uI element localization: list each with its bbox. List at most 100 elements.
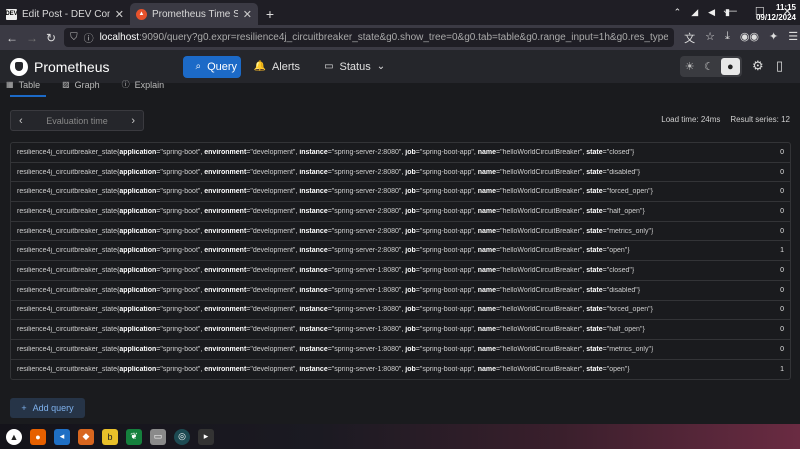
add-query-label: Add query [32, 403, 74, 413]
tab-title: Edit Post - DEV Community [22, 8, 110, 20]
load-time: Load time: 24ms [661, 115, 721, 124]
tab-explain[interactable]: ⓘ Explain [122, 79, 165, 90]
clock-time: 11:15 [775, 3, 796, 12]
tab-graph[interactable]: ▨ Graph [62, 79, 100, 90]
forward-icon[interactable]: → [26, 30, 38, 46]
bell-icon: 🔔 [253, 61, 266, 72]
user-theme-icon[interactable]: ● [720, 58, 740, 75]
browser-nav-bar: ← → ↻ ⛉ ⓘ localhost:9090/query?g0.expr=r… [0, 25, 800, 50]
series-label: resilience4j_circuitbreaker_state{applic… [17, 345, 654, 353]
query-panel: ▦ Table ▨ Graph ⓘ Explain ‹ Evaluation time… [0, 80, 800, 424]
page-info-icon[interactable]: ⓘ [84, 30, 94, 45]
system-clock[interactable]: 11:15 09/12/2024 [756, 3, 796, 23]
series-label: resilience4j_circuitbreaker_state{applic… [17, 247, 630, 255]
bruno-dog-icon[interactable]: b [102, 428, 118, 445]
series-value: 0 [780, 306, 784, 314]
result-series: Result series: 12 [730, 115, 790, 124]
series-label: resilience4j_circuitbreaker_state{applic… [17, 326, 645, 334]
dev-favicon-icon: DEV [5, 8, 18, 20]
chevron-down-icon: ⌄ [376, 61, 386, 72]
url-host: localhost [99, 32, 140, 43]
series-label: resilience4j_circuitbreaker_state{applic… [17, 227, 654, 235]
tab-title: Prometheus Time Series Co [152, 8, 238, 20]
series-value: 0 [780, 266, 784, 274]
table-row: resilience4j_circuitbreaker_state{applic… [11, 182, 790, 203]
graph-icon: ▨ [62, 80, 70, 89]
translate-icon[interactable]: 文 [684, 30, 695, 46]
table-row: resilience4j_circuitbreaker_state{applic… [11, 163, 790, 183]
mongodb-leaf-icon[interactable]: ❦ [126, 428, 142, 445]
table-row: resilience4j_circuitbreaker_state{applic… [11, 320, 790, 340]
downloads-icon[interactable]: ⤓ [725, 30, 730, 46]
nav-status[interactable]: ▭ Status ⌄ [312, 56, 397, 78]
view-tabs: ▦ Table ▨ Graph ⓘ Explain [6, 79, 164, 90]
private-mask-icon[interactable]: ◉◉ [740, 30, 759, 46]
volume-icon[interactable]: ◀ [708, 7, 715, 18]
add-query-button[interactable]: + Add query [10, 398, 85, 418]
nav-query[interactable]: ⌕ Query [183, 55, 242, 78]
new-tab-icon[interactable]: + [258, 3, 282, 25]
launcher-mountain-icon[interactable]: ▲ [6, 428, 22, 445]
app-circle-icon[interactable]: ◎ [174, 428, 190, 445]
chevron-left-icon[interactable]: ‹ [19, 115, 23, 127]
terminal-icon[interactable]: ▸ [198, 428, 214, 445]
tab-table-label: Table [18, 79, 41, 90]
query-stats: Load time: 24ms Result series: 12 [661, 115, 790, 124]
nav-alerts-label: Alerts [271, 60, 301, 73]
reload-icon[interactable]: ↻ [46, 30, 56, 46]
menu-icon[interactable]: ☰ [788, 30, 798, 46]
series-value: 1 [780, 365, 784, 373]
results-table: resilience4j_circuitbreaker_state{applic… [10, 142, 791, 381]
table-row: resilience4j_circuitbreaker_state{applic… [11, 202, 790, 222]
evaluation-time-placeholder: Evaluation time [46, 115, 108, 126]
extensions-icon[interactable]: ✦ [769, 30, 778, 46]
url-text: localhost:9090/query?g0.expr=resilience4… [100, 32, 669, 43]
info-icon: ⓘ [121, 80, 130, 89]
brand-title[interactable]: Prometheus [34, 59, 109, 75]
prometheus-logo-icon [10, 57, 28, 76]
browser-tab-dev[interactable]: DEV Edit Post - DEV Community ✕ [0, 3, 130, 25]
table-row: resilience4j_circuitbreaker_state{applic… [11, 222, 790, 242]
files-folder-icon[interactable]: ▭ [150, 428, 166, 445]
firefox-icon[interactable]: ● [30, 428, 46, 445]
brave-lion-icon[interactable]: ◆ [78, 428, 94, 445]
bookmark-star-icon[interactable]: ☆ [705, 30, 715, 46]
os-taskbar: ▲ ● ◂ ◆ b ❦ ▭ ◎ ▸ [0, 424, 800, 449]
back-icon[interactable]: ← [6, 30, 18, 46]
nav-status-label: Status [339, 60, 371, 73]
series-value: 0 [780, 227, 784, 235]
series-label: resilience4j_circuitbreaker_state{applic… [17, 148, 635, 156]
active-tab-indicator [10, 95, 46, 97]
nav-alerts[interactable]: 🔔 Alerts [241, 56, 312, 78]
address-bar[interactable]: ⛉ ⓘ localhost:9090/query?g0.expr=resilie… [64, 28, 675, 47]
series-label: resilience4j_circuitbreaker_state{applic… [17, 286, 641, 294]
chevron-right-icon[interactable]: › [131, 115, 135, 127]
close-tab-icon[interactable]: ✕ [115, 8, 124, 21]
nav-query-label: Query [207, 60, 238, 73]
vscode-icon[interactable]: ◂ [54, 428, 70, 445]
moon-icon[interactable]: ☾ [699, 56, 718, 77]
series-value: 0 [780, 188, 784, 196]
plus-icon: + [21, 403, 27, 413]
table-row: resilience4j_circuitbreaker_state{applic… [11, 360, 790, 380]
series-label: resilience4j_circuitbreaker_state{applic… [17, 365, 630, 373]
wifi-icon[interactable]: ◢ [691, 7, 698, 18]
tray-chevron-icon[interactable]: ⌃ [674, 7, 682, 18]
search-icon: ⌕ [195, 61, 202, 72]
battery-icon[interactable]: ▮ [725, 7, 730, 18]
url-path: :9090/query?g0.expr=resilience4j_circuit… [139, 32, 669, 43]
settings-gear-icon[interactable]: ⚙ [752, 58, 764, 74]
system-tray: ⌃ ◢ ◀ ▮ [674, 7, 730, 18]
series-value: 0 [780, 326, 784, 334]
table-icon: ▦ [6, 80, 14, 89]
docs-book-icon[interactable]: ▯ [776, 58, 783, 74]
close-tab-icon[interactable]: ✕ [243, 8, 252, 21]
browser-tab-prometheus[interactable]: ▲ Prometheus Time Series Co ✕ [130, 3, 258, 25]
shield-icon: ⛉ [70, 32, 78, 43]
table-row: resilience4j_circuitbreaker_state{applic… [11, 143, 790, 163]
tab-table[interactable]: ▦ Table [6, 79, 40, 90]
series-label: resilience4j_circuitbreaker_state{applic… [17, 306, 653, 314]
sun-icon[interactable]: ☀ [680, 56, 699, 77]
evaluation-time-picker[interactable]: ‹ Evaluation time › [10, 110, 144, 131]
series-label: resilience4j_circuitbreaker_state{applic… [17, 207, 645, 215]
